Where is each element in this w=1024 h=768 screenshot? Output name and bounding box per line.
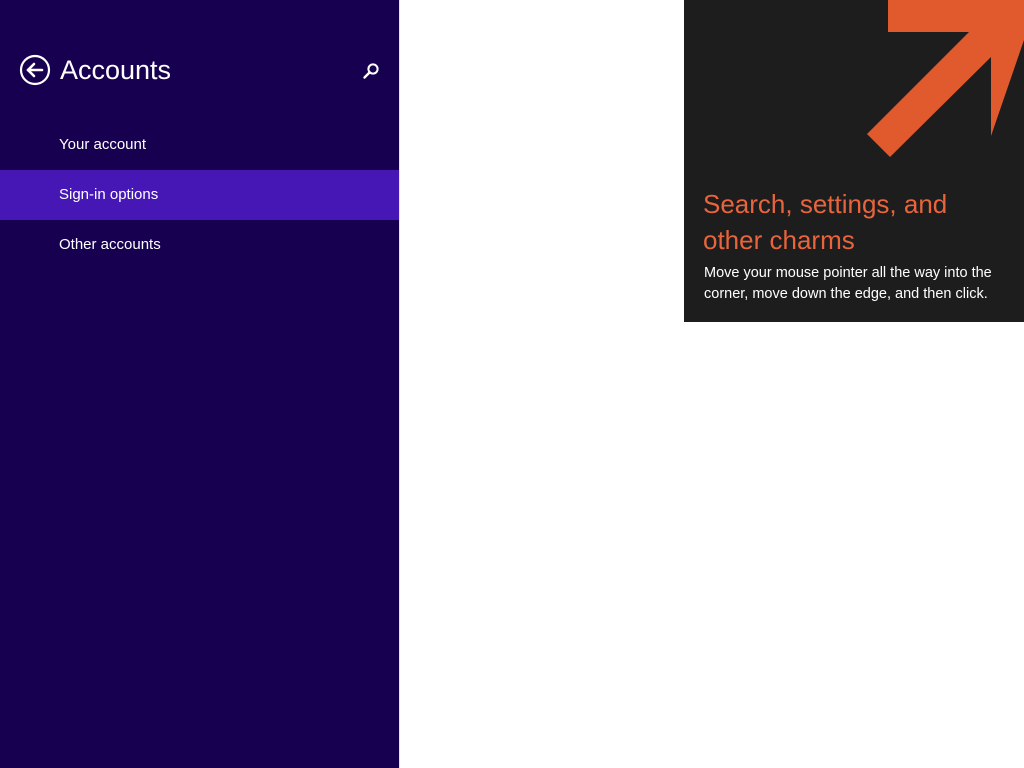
settings-sidebar: Accounts Your account Sign-in options Ot… [0, 0, 399, 768]
charms-tip-callout: Search, settings, and other charms Move … [684, 0, 1024, 322]
arrow-up-right-icon [684, 0, 1024, 175]
page-title: Accounts [60, 55, 172, 85]
sidebar-item-label: Sign-in options [59, 186, 159, 203]
sidebar-header: Accounts [0, 0, 399, 120]
tip-body: Move your mouse pointer all the way into… [704, 263, 1014, 305]
sidebar-item-your-account[interactable]: Your account [0, 120, 399, 170]
back-button[interactable] [19, 54, 51, 86]
tip-title-line-2: other charms [703, 225, 855, 255]
tip-body-line-1: Move your mouse pointer all the way into… [704, 265, 992, 281]
back-arrow-circle-icon [19, 54, 51, 86]
sidebar-divider [399, 0, 400, 768]
tip-title-line-1: Search, settings, and [703, 189, 948, 219]
sidebar-nav: Your account Sign-in options Other accou… [0, 120, 399, 270]
sidebar-item-label: Other accounts [59, 236, 161, 253]
search-icon [360, 60, 382, 82]
sidebar-item-other-accounts[interactable]: Other accounts [0, 220, 399, 270]
sidebar-item-label: Your account [59, 136, 147, 153]
tip-body-line-2: corner, move down the edge, and then cli… [704, 286, 988, 302]
search-button[interactable] [360, 60, 382, 82]
tip-title: Search, settings, and other charms [703, 186, 1003, 258]
sidebar-item-sign-in-options[interactable]: Sign-in options [0, 170, 399, 220]
